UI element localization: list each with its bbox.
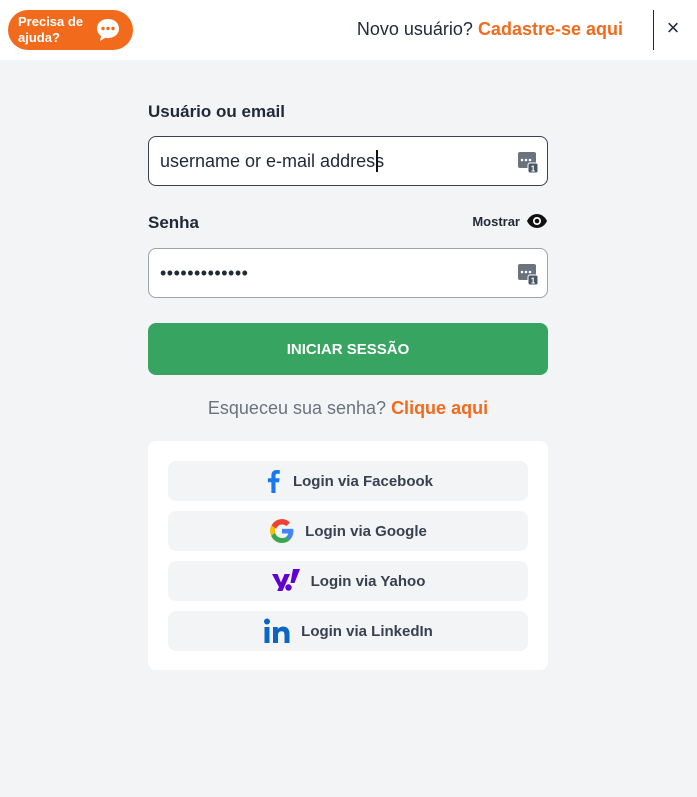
username-input[interactable] [160,137,500,185]
svg-text:1: 1 [531,277,536,286]
show-password-toggle[interactable]: Mostrar [472,213,548,229]
header-divider [653,10,654,50]
password-input[interactable]: ••••••••••••• [160,263,248,284]
password-label: Senha [148,213,200,232]
password-manager-icon[interactable]: 1 [517,262,539,286]
eye-icon [527,214,547,228]
yahoo-login-label: Login via Yahoo [310,572,426,590]
facebook-login-label: Login via Facebook [292,472,434,490]
close-icon[interactable]: × [664,16,682,40]
new-user-text: Novo usuário? [356,19,473,39]
login-submit-button[interactable]: INICIAR SESSÃO [148,323,548,375]
show-password-label: Mostrar [472,213,520,229]
forgot-password-text: Esqueceu sua senha? [207,398,387,418]
signup-link[interactable]: Cadastre-se aqui [478,19,623,39]
password-field[interactable]: ••••••••••••• 1 [148,248,548,298]
linkedin-login-button[interactable]: Login via LinkedIn [168,611,528,651]
username-field[interactable]: 1 [148,136,548,186]
top-bar: Precisa de ajuda? Novo usuário? Cadastre… [0,0,697,60]
facebook-icon [267,470,280,493]
username-label: Usuário ou email [148,102,285,121]
forgot-password: Esqueceu sua senha? Clique aqui [148,398,548,419]
yahoo-icon [271,569,300,591]
google-login-label: Login via Google [305,522,427,540]
chat-bubble-icon [97,19,119,41]
social-login-card: Login via Facebook Login via Google Logi… [148,441,548,670]
text-cursor [376,150,378,172]
help-label: Precisa de ajuda? [18,14,84,45]
new-user-prompt: Novo usuário? Cadastre-se aqui [357,19,623,40]
help-button[interactable]: Precisa de ajuda? [8,10,133,50]
svg-text:1: 1 [531,165,536,174]
google-login-button[interactable]: Login via Google [168,511,528,551]
google-icon [270,519,294,543]
yahoo-login-button[interactable]: Login via Yahoo [168,561,528,601]
password-manager-icon[interactable]: 1 [517,150,539,174]
facebook-login-button[interactable]: Login via Facebook [168,461,528,501]
forgot-password-link[interactable]: Clique aqui [391,398,488,418]
linkedin-icon [264,618,290,643]
linkedin-login-label: Login via LinkedIn [301,622,433,640]
